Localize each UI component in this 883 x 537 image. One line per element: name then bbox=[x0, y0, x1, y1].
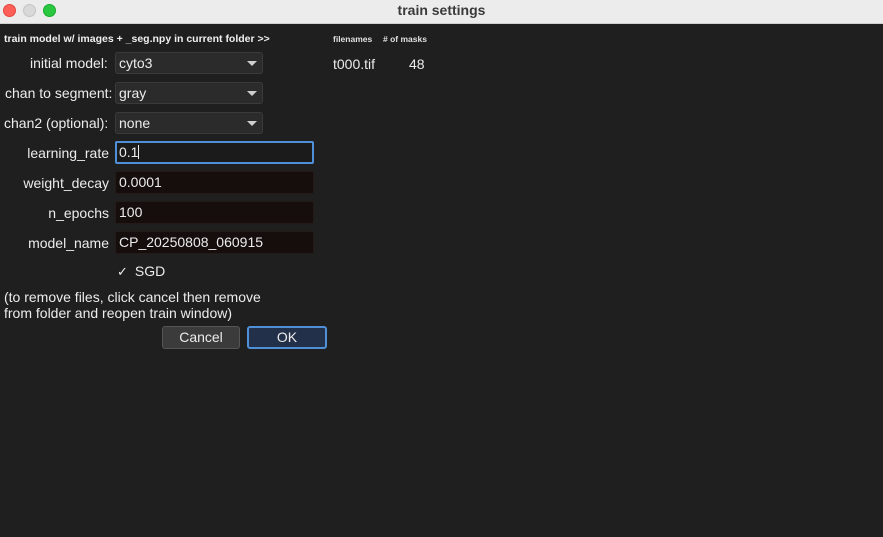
chevron-down-icon bbox=[247, 61, 257, 66]
learning-rate-value: 0.1 bbox=[119, 144, 139, 160]
learning-rate-input[interactable]: 0.1 bbox=[115, 141, 314, 164]
weight-decay-input[interactable]: 0.0001 bbox=[115, 171, 314, 194]
cancel-button[interactable]: Cancel bbox=[162, 326, 240, 349]
train-settings-window: train settings train model w/ images + _… bbox=[0, 0, 883, 537]
instruction-header: train model w/ images + _seg.npy in curr… bbox=[4, 33, 270, 45]
file-row-mask-count: 48 bbox=[409, 56, 425, 72]
sgd-label: SGD bbox=[134, 263, 166, 279]
sgd-checkbox[interactable]: ✓ SGD bbox=[117, 263, 165, 280]
chevron-down-icon bbox=[247, 91, 257, 96]
window-title: train settings bbox=[397, 2, 486, 18]
title-bar: train settings bbox=[0, 0, 883, 24]
initial-model-label: initial model: bbox=[30, 55, 108, 71]
chan-to-segment-dropdown[interactable]: gray bbox=[115, 82, 263, 104]
masks-column-header: # of masks bbox=[383, 34, 427, 44]
weight-decay-label: weight_decay bbox=[23, 175, 109, 191]
chan-to-segment-value: gray bbox=[119, 85, 147, 101]
checkmark-icon: ✓ bbox=[117, 264, 128, 279]
filenames-column-header: filenames bbox=[333, 34, 373, 44]
chevron-down-icon bbox=[247, 121, 257, 126]
initial-model-value: cyto3 bbox=[119, 55, 153, 71]
chan-to-segment-label: chan to segment: bbox=[5, 85, 113, 101]
note-line-1: (to remove files, click cancel then remo… bbox=[4, 289, 261, 305]
model-name-input[interactable]: CP_20250808_060915 bbox=[115, 231, 314, 254]
chan2-dropdown[interactable]: none bbox=[115, 112, 263, 134]
n-epochs-label: n_epochs bbox=[48, 205, 109, 221]
ok-button[interactable]: OK bbox=[247, 326, 327, 349]
chan2-value: none bbox=[119, 115, 151, 131]
model-name-label: model_name bbox=[28, 235, 109, 251]
n-epochs-input[interactable]: 100 bbox=[115, 201, 314, 224]
initial-model-dropdown[interactable]: cyto3 bbox=[115, 52, 263, 74]
learning-rate-label: learning_rate bbox=[27, 145, 109, 161]
chan2-label: chan2 (optional): bbox=[4, 115, 109, 131]
text-cursor bbox=[138, 145, 140, 159]
file-row-filename: t000.tif bbox=[333, 56, 376, 72]
note-line-2: from folder and reopen train window) bbox=[4, 305, 233, 321]
remove-files-note: (to remove files, click cancel then remo… bbox=[4, 289, 304, 321]
